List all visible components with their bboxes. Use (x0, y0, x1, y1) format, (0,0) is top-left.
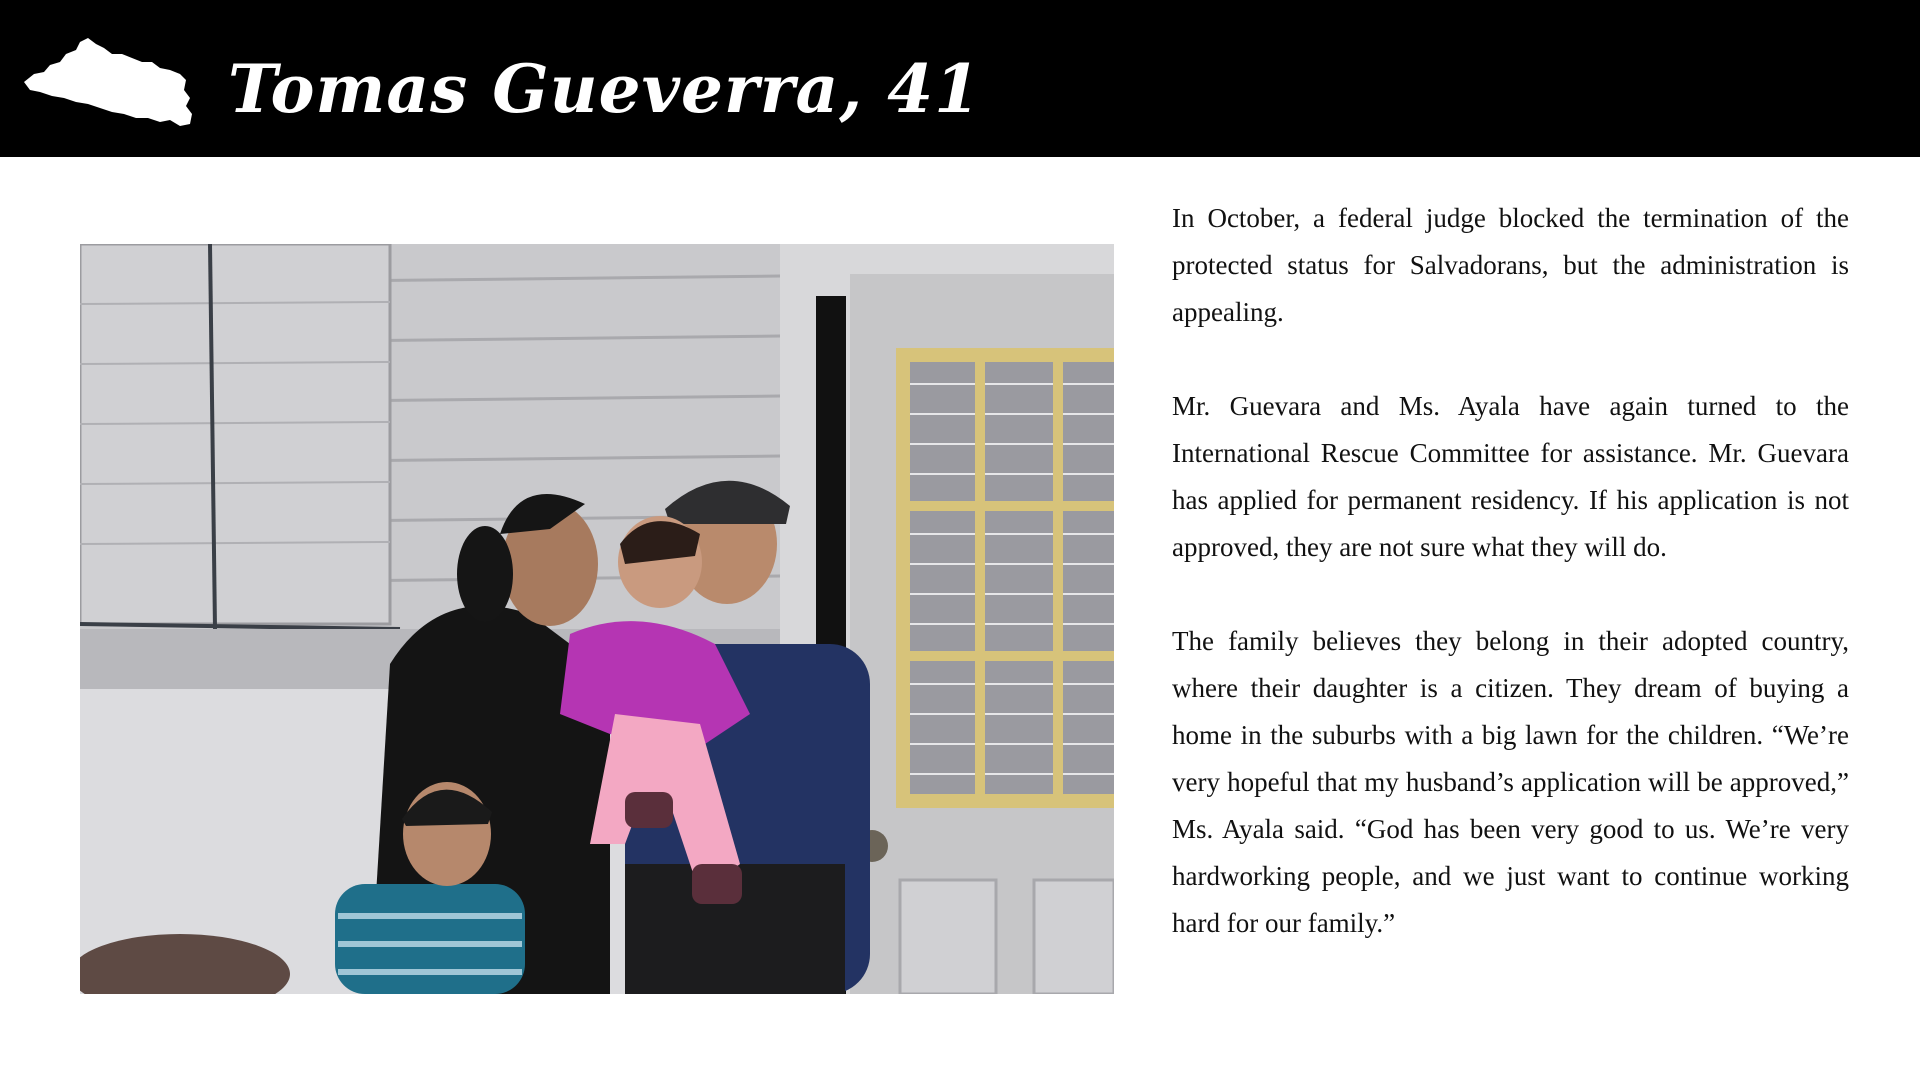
family-portrait-photo (80, 244, 1114, 994)
article-body: In October, a federal judge blocked the … (1172, 195, 1849, 994)
article-paragraph: Mr. Guevara and Ms. Ayala have again tur… (1172, 391, 1849, 562)
el-salvador-map-icon (24, 38, 192, 126)
article-paragraph: In October, a federal judge blocked the … (1172, 203, 1849, 327)
article-paragraph: The family believes they belong in their… (1172, 626, 1849, 938)
header-bar: Tomas Gueverra, 41 (0, 0, 1920, 157)
page-title: Tomas Gueverra, 41 (228, 50, 982, 128)
